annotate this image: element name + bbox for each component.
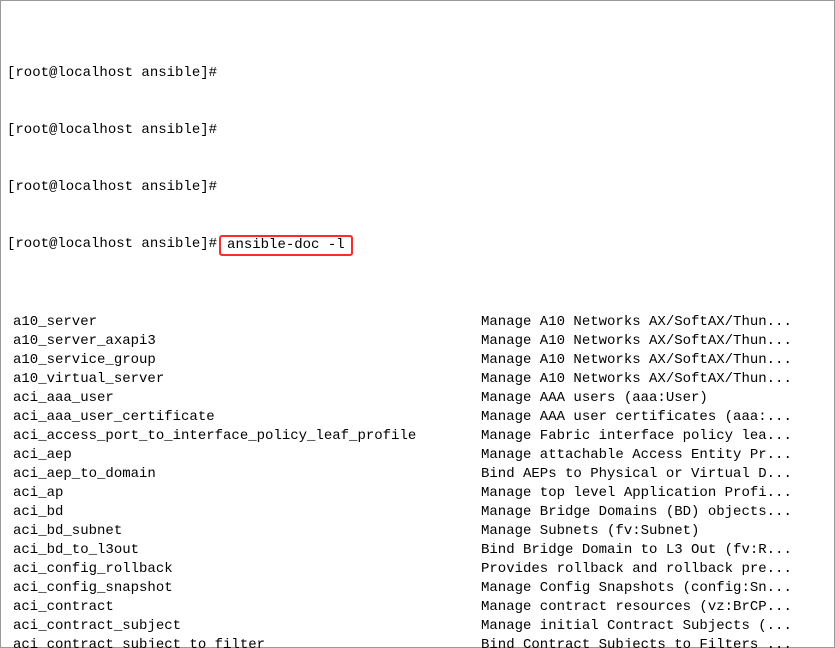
module-row: a10_virtual_serverManage A10 Networks AX… (1, 370, 834, 389)
module-row: aci_aepManage attachable Access Entity P… (1, 446, 834, 465)
module-row: aci_bdManage Bridge Domains (BD) objects… (1, 503, 834, 522)
module-name: aci_contract_subject_to_filter (7, 636, 481, 648)
module-name: aci_ap (7, 484, 481, 503)
module-desc: Bind Contract Subjects to Filters ... (481, 636, 834, 648)
shell-prompt: [root@localhost ansible]# (7, 121, 217, 140)
module-name: aci_contract_subject (7, 617, 481, 636)
module-desc: Bind AEPs to Physical or Virtual D... (481, 465, 834, 484)
module-row: aci_config_rollbackProvides rollback and… (1, 560, 834, 579)
module-name: a10_service_group (7, 351, 481, 370)
module-desc: Manage A10 Networks AX/SoftAX/Thun... (481, 351, 834, 370)
module-name: aci_bd (7, 503, 481, 522)
module-row: a10_serverManage A10 Networks AX/SoftAX/… (1, 313, 834, 332)
shell-prompt: [root@localhost ansible]# (7, 235, 217, 254)
module-desc: Manage Config Snapshots (config:Sn... (481, 579, 834, 598)
module-row: aci_bd_to_l3outBind Bridge Domain to L3 … (1, 541, 834, 560)
module-desc: Manage A10 Networks AX/SoftAX/Thun... (481, 313, 834, 332)
module-name: aci_aaa_user_certificate (7, 408, 481, 427)
module-row: aci_aep_to_domainBind AEPs to Physical o… (1, 465, 834, 484)
module-row: aci_aaa_user_certificateManage AAA user … (1, 408, 834, 427)
module-name: aci_config_snapshot (7, 579, 481, 598)
module-name: aci_access_port_to_interface_policy_leaf… (7, 427, 481, 446)
module-name: aci_bd_to_l3out (7, 541, 481, 560)
prompt-line: [root@localhost ansible]# (1, 178, 834, 197)
module-desc: Manage top level Application Profi... (481, 484, 834, 503)
module-row: aci_access_port_to_interface_policy_leaf… (1, 427, 834, 446)
module-list: a10_serverManage A10 Networks AX/SoftAX/… (1, 313, 834, 648)
terminal-window: [root@localhost ansible]# [root@localhos… (0, 0, 835, 648)
module-desc: Bind Bridge Domain to L3 Out (fv:R... (481, 541, 834, 560)
module-desc: Manage contract resources (vz:BrCP... (481, 598, 834, 617)
module-row: a10_server_axapi3Manage A10 Networks AX/… (1, 332, 834, 351)
module-name: aci_contract (7, 598, 481, 617)
module-desc: Manage Fabric interface policy lea... (481, 427, 834, 446)
shell-prompt: [root@localhost ansible]# (7, 178, 217, 197)
module-row: aci_contract_subject_to_filterBind Contr… (1, 636, 834, 648)
module-name: aci_aaa_user (7, 389, 481, 408)
module-name: a10_server_axapi3 (7, 332, 481, 351)
command-highlight: ansible-doc -l (219, 235, 353, 256)
module-name: aci_aep (7, 446, 481, 465)
module-desc: Manage AAA users (aaa:User) (481, 389, 834, 408)
module-row: aci_aaa_userManage AAA users (aaa:User) (1, 389, 834, 408)
module-desc: Manage Bridge Domains (BD) objects... (481, 503, 834, 522)
module-row: aci_bd_subnetManage Subnets (fv:Subnet) (1, 522, 834, 541)
module-row: aci_contractManage contract resources (v… (1, 598, 834, 617)
module-name: a10_virtual_server (7, 370, 481, 389)
module-row: a10_service_groupManage A10 Networks AX/… (1, 351, 834, 370)
module-desc: Manage attachable Access Entity Pr... (481, 446, 834, 465)
module-desc: Manage A10 Networks AX/SoftAX/Thun... (481, 332, 834, 351)
module-name: aci_bd_subnet (7, 522, 481, 541)
module-row: aci_config_snapshotManage Config Snapsho… (1, 579, 834, 598)
module-name: aci_config_rollback (7, 560, 481, 579)
module-row: aci_contract_subjectManage initial Contr… (1, 617, 834, 636)
shell-prompt: [root@localhost ansible]# (7, 64, 217, 83)
module-desc: Manage Subnets (fv:Subnet) (481, 522, 834, 541)
prompt-line: [root@localhost ansible]# (1, 64, 834, 83)
command-line: [root@localhost ansible]# ansible-doc -l (1, 235, 834, 256)
prompt-line: [root@localhost ansible]# (1, 121, 834, 140)
module-desc: Manage initial Contract Subjects (... (481, 617, 834, 636)
module-name: aci_aep_to_domain (7, 465, 481, 484)
module-name: a10_server (7, 313, 481, 332)
module-desc: Manage AAA user certificates (aaa:... (481, 408, 834, 427)
module-desc: Manage A10 Networks AX/SoftAX/Thun... (481, 370, 834, 389)
module-desc: Provides rollback and rollback pre... (481, 560, 834, 579)
module-row: aci_apManage top level Application Profi… (1, 484, 834, 503)
